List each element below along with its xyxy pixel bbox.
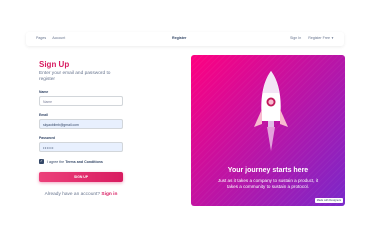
form-subtitle: Enter your email and password to registe… xyxy=(39,71,111,82)
already-account-text: Already have an account? xyxy=(44,192,101,197)
already-account-row: Already have an account? Sign in xyxy=(39,192,123,197)
terms-checkbox[interactable]: ✓ xyxy=(39,159,44,164)
made-with-badge[interactable]: Made with Designers xyxy=(314,198,343,203)
email-input[interactable]: skyaoblimb@gmail.com xyxy=(39,119,123,129)
name-label: Name xyxy=(39,90,49,94)
nav-register-free[interactable]: Register Free▼ xyxy=(308,36,334,40)
nav-link-sign-in[interactable]: Sign In xyxy=(290,36,301,40)
sign-in-link[interactable]: Sign in xyxy=(101,192,117,197)
nav-brand[interactable]: Register xyxy=(172,36,186,40)
terms-link[interactable]: Terms and Conditions xyxy=(65,160,103,164)
panel-text: Just as it takes a company to sustain a … xyxy=(217,178,319,189)
signup-form: Sign Up Enter your email and password to… xyxy=(39,60,125,197)
nav-link-account[interactable]: Account xyxy=(52,36,65,40)
top-navbar: Pages Account Register Sign In Register … xyxy=(26,32,344,46)
rocket-icon xyxy=(254,71,288,151)
nav-right-links: Sign In Register Free▼ xyxy=(290,36,334,40)
sign-up-button[interactable]: SIGN UP xyxy=(39,172,123,182)
nav-left-links: Pages Account xyxy=(36,36,65,40)
name-input[interactable]: Name xyxy=(39,96,123,106)
email-label: Email xyxy=(39,113,49,117)
password-label: Password xyxy=(39,136,56,140)
form-title: Sign Up xyxy=(39,60,70,69)
chevron-down-icon: ▼ xyxy=(331,36,334,40)
password-input[interactable]: •••••• xyxy=(39,142,123,152)
nav-link-pages[interactable]: Pages xyxy=(36,36,46,40)
panel-title: Your journey starts here xyxy=(227,167,309,174)
nav-register-free-label: Register Free xyxy=(308,36,331,40)
terms-row: ✓ I agree the Terms and Conditions xyxy=(39,159,125,164)
terms-prefix: I agree the xyxy=(47,159,65,164)
illustration-panel: Your journey starts here Just as it take… xyxy=(191,55,345,206)
